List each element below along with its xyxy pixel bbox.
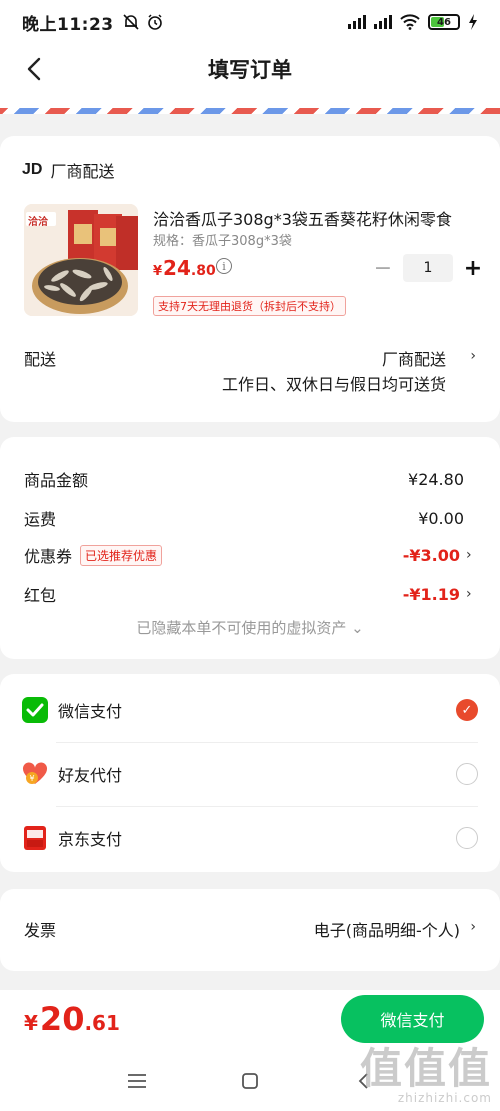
coupon-tag: 已选推荐优惠 (80, 544, 163, 566)
freight-label: 运费 (24, 510, 57, 529)
alarm-icon (147, 14, 162, 30)
dnd-bell-icon (123, 14, 139, 30)
chevron-right-icon: › (470, 919, 476, 935)
shipping-note: 工作日、双休日与假日均可送货 (221, 375, 446, 394)
status-time: 晚上11:23 (22, 14, 114, 35)
coupon-row[interactable]: 优惠券 已选推荐优惠 -¥3.00 › (24, 543, 476, 567)
red-packet-row[interactable]: 红包 -¥1.19 › (24, 582, 476, 606)
chevron-right-icon[interactable]: › (470, 348, 476, 364)
jd-pay-icon (22, 825, 48, 851)
svg-text:¥: ¥ (29, 774, 34, 783)
price-info-icon[interactable]: i (216, 258, 232, 274)
coupon-value: -¥3.00 (402, 545, 460, 565)
shipping-method: 厂商配送 (381, 350, 446, 369)
red-packet-value: -¥1.19 (402, 584, 460, 604)
product-brand-logo: 洽洽 (28, 217, 48, 228)
shop-card: JD 厂商配送 洽洽 洽洽香瓜子308g*3袋五香葵花籽休闲零食 规格：香瓜子3… (0, 136, 500, 422)
invoice-row[interactable]: 发票 电子(商品明细-个人) › (0, 889, 500, 971)
quantity-value[interactable]: 1 (403, 254, 453, 282)
page-title: 填写订单 (208, 58, 292, 82)
jd-logo: JD (22, 161, 43, 178)
product-spec: 规格：香瓜子308g*3袋 (153, 234, 292, 249)
coupon-label: 优惠券 (24, 547, 73, 566)
quantity-plus-button[interactable]: + (461, 256, 485, 281)
back-arrow-icon[interactable] (22, 56, 48, 82)
chevron-right-icon: › (466, 547, 472, 563)
status-bar: 晚上11:23 46 (0, 0, 500, 44)
cell-signal-hd-icon (374, 15, 392, 29)
chevron-right-icon: › (466, 586, 472, 602)
goods-amount-label: 商品金额 (24, 471, 89, 490)
battery-icon: 46 (428, 14, 460, 30)
payment-option-label: 京东支付 (58, 830, 123, 849)
shop-header: JD 厂商配送 (22, 158, 114, 182)
watermark-logo: 值值值 zhizhizhi.com (359, 1044, 492, 1106)
shop-name: 厂商配送 (50, 162, 115, 181)
friend-pay-icon: ¥ (22, 761, 48, 787)
payment-option-friend[interactable]: ¥ 好友代付 (0, 742, 500, 806)
total-price: ¥ 20 .61 (24, 1000, 120, 1038)
menu-icon[interactable] (122, 1066, 152, 1096)
payment-option-wechat[interactable]: 微信支付 ✓ (0, 678, 500, 742)
return-policy-tag: 支持7天无理由退货（拆封后不支持） (153, 296, 346, 316)
wechat-pay-icon (22, 697, 48, 723)
invoice-label: 发票 (24, 921, 57, 940)
product-title[interactable]: 洽洽香瓜子308g*3袋五香葵花籽休闲零食 (153, 206, 471, 230)
quantity-minus-button[interactable]: − (371, 256, 395, 281)
invoice-value: 电子(商品明细-个人) (313, 921, 460, 940)
airmail-stripe (0, 108, 500, 114)
payment-option-label: 好友代付 (58, 766, 123, 785)
radio-selected-icon[interactable]: ✓ (456, 699, 478, 721)
product-price: ¥ 24 .80 (153, 256, 216, 280)
product-image[interactable]: 洽洽 (24, 204, 138, 316)
goods-amount-value: ¥24.80 (408, 469, 464, 489)
nav-bar: 填写订单 (0, 44, 500, 94)
charging-bolt-icon (469, 14, 477, 30)
payment-option-label: 微信支付 (58, 702, 123, 721)
wifi-icon (400, 14, 420, 30)
goods-amount-row: 商品金额 ¥24.80 (24, 467, 476, 491)
freight-value: ¥0.00 (418, 508, 464, 528)
red-packet-label: 红包 (24, 586, 57, 605)
payment-method-card: 微信支付 ✓ ¥ 好友代付 京东支付 (0, 674, 500, 872)
shipping-label: 配送 (24, 350, 57, 369)
radio-unselected-icon[interactable] (456, 763, 478, 785)
price-summary-card: 商品金额 ¥24.80 运费 ¥0.00 优惠券 已选推荐优惠 -¥3.00 ›… (0, 437, 500, 659)
wechat-pay-button[interactable]: 微信支付 (341, 995, 484, 1043)
hidden-assets-toggle[interactable]: 已隐藏本单不可使用的虚拟资产 ⌄ (0, 617, 500, 638)
quantity-stepper: − 1 + (371, 254, 485, 282)
radio-unselected-icon[interactable] (456, 827, 478, 849)
home-icon[interactable] (235, 1066, 265, 1096)
payment-option-jd[interactable]: 京东支付 (0, 806, 500, 870)
freight-row: 运费 ¥0.00 (24, 506, 476, 530)
cell-signal-icon (348, 15, 366, 29)
checkout-bar: ¥ 20 .61 微信支付 值值值 zhizhizhi.com (0, 990, 500, 1111)
